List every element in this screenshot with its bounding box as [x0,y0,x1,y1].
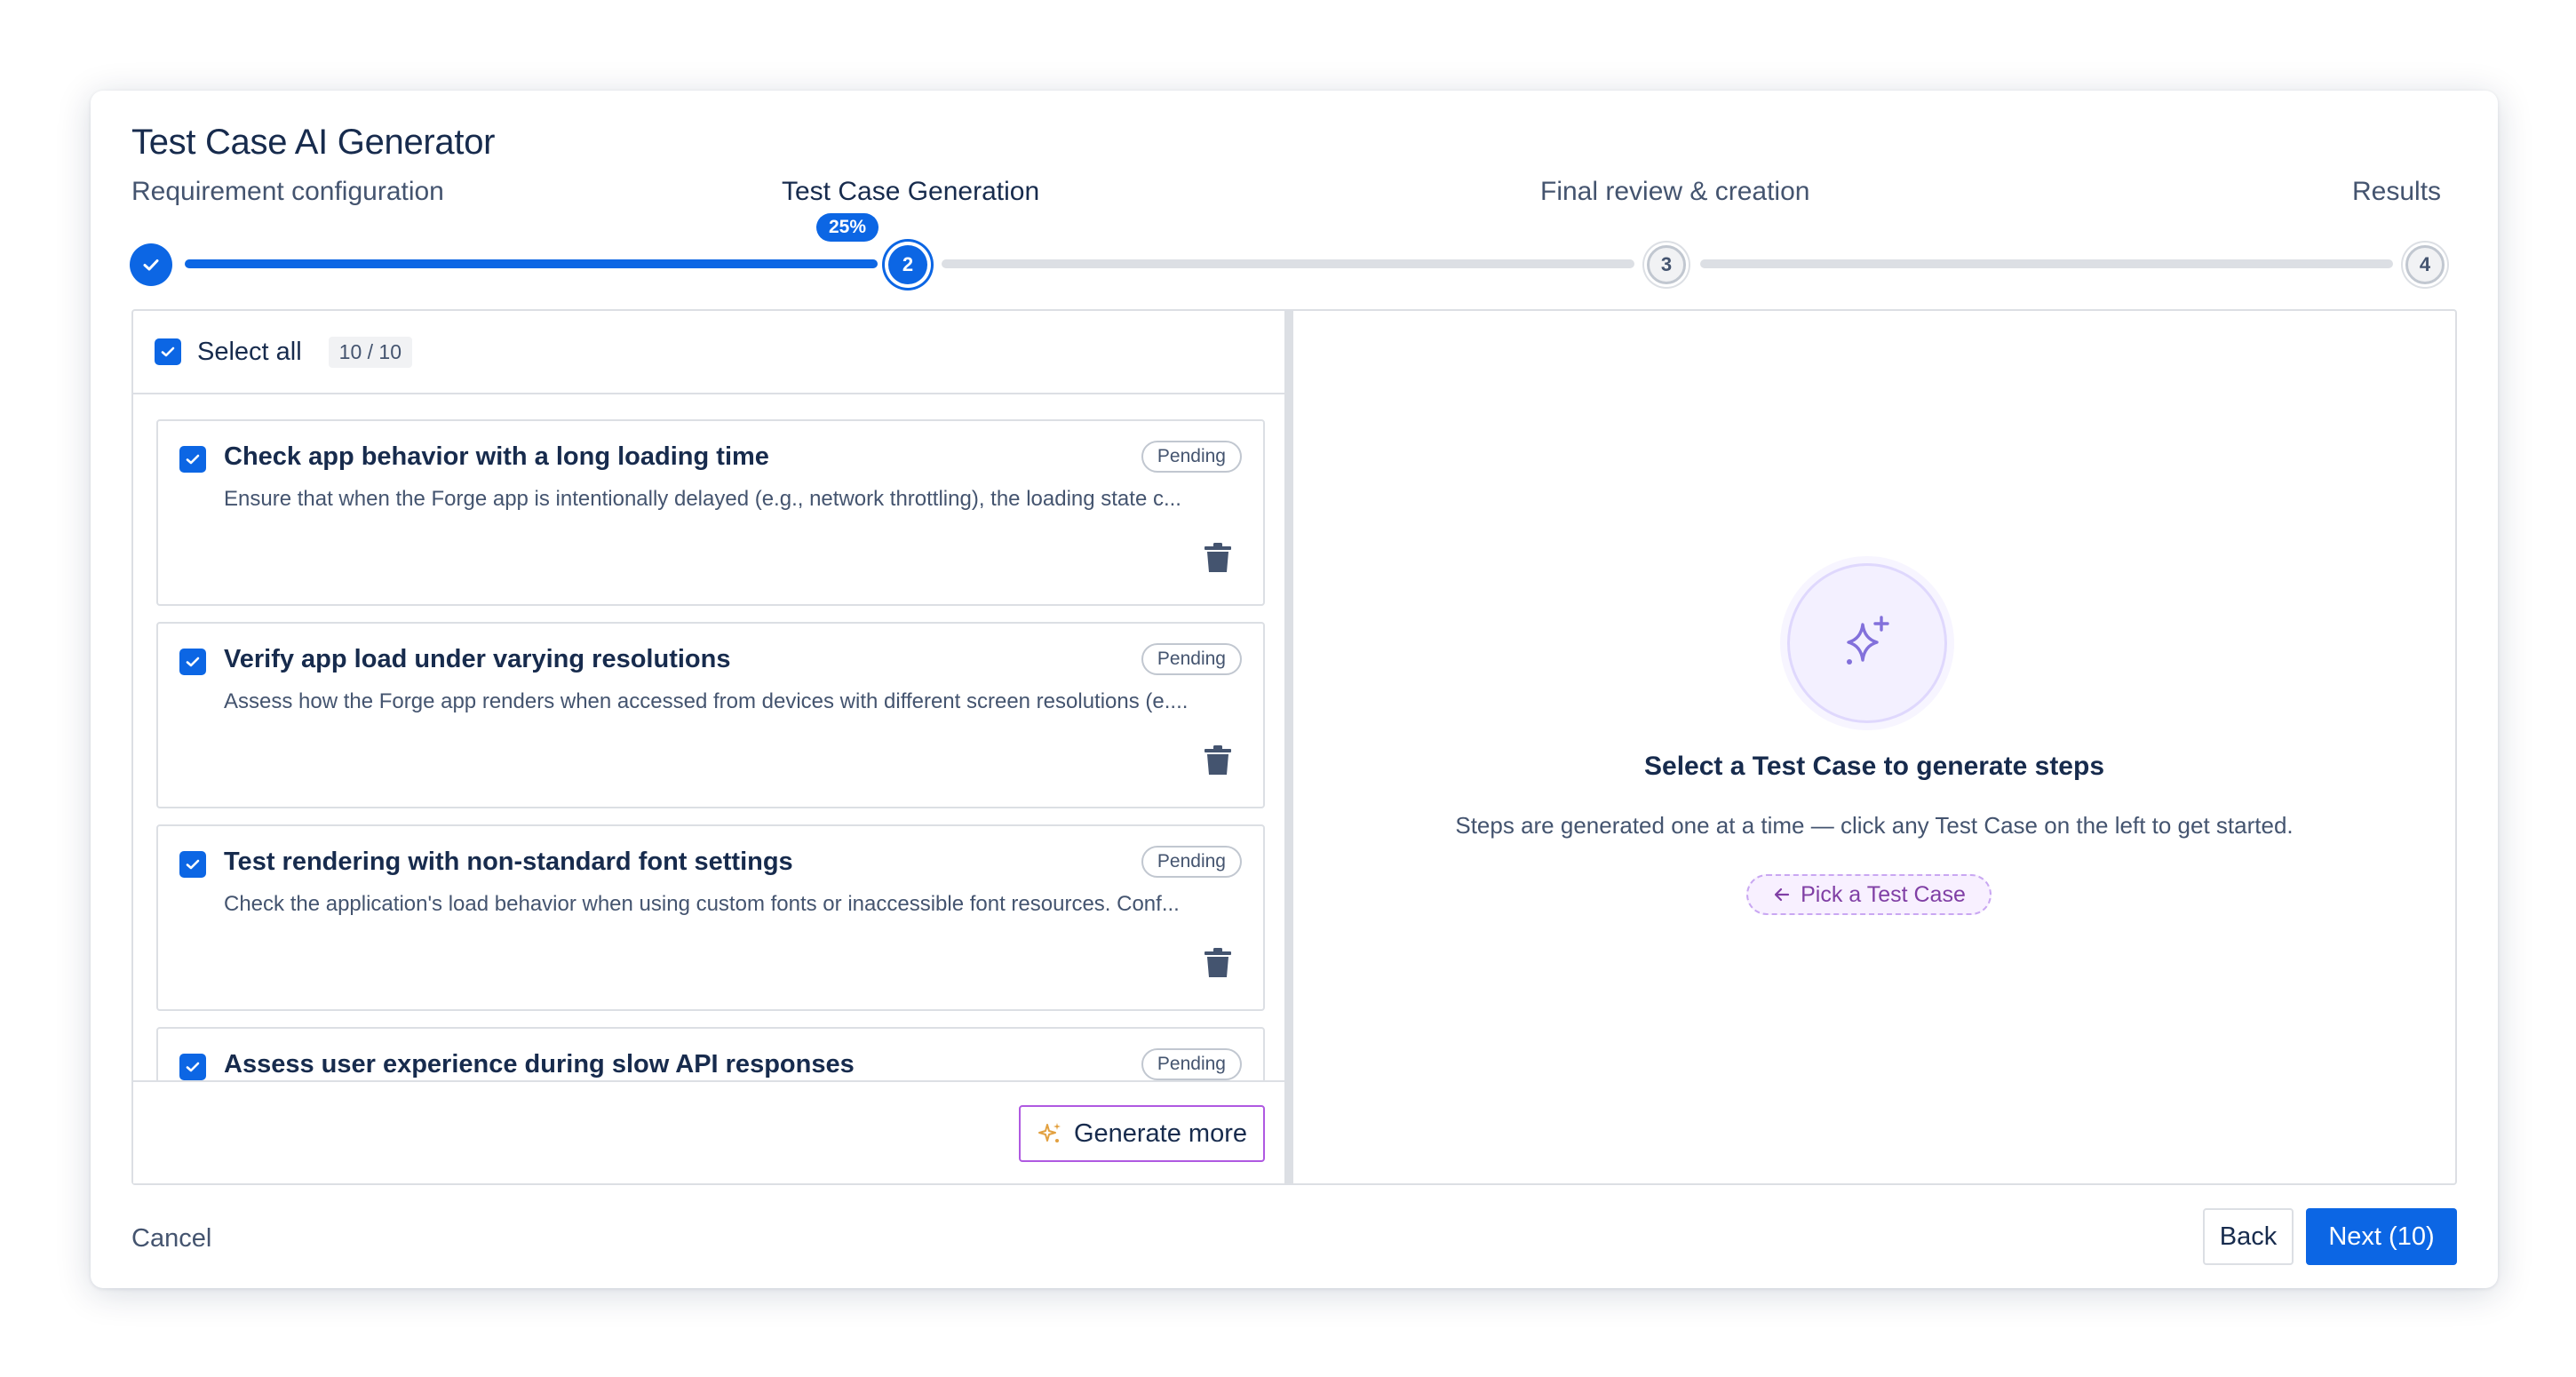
trash-icon [1205,948,1231,977]
progress-percent-badge: 25% [816,213,879,242]
generator-panels: Select all 10 / 10 Check app behavior wi… [131,309,2457,1185]
test-case-card[interactable]: Check app behavior with a long loading t… [156,419,1265,606]
test-case-card[interactable]: Test rendering with non-standard font se… [156,824,1265,1011]
step-4-dot: 4 [2405,245,2445,284]
list-panel-footer: Generate more [133,1080,1284,1183]
test-case-title[interactable]: Verify app load under varying resolution… [224,645,730,674]
test-case-title[interactable]: Check app behavior with a long loading t… [224,442,769,472]
test-case-detail-panel: Select a Test Case to generate steps Ste… [1293,311,2455,1183]
arrow-left-icon [1775,887,1790,902]
generate-more-button[interactable]: Generate more [1018,1105,1265,1162]
pick-test-case-button[interactable]: Pick a Test Case [1746,874,1992,915]
selected-count-badge: 10 / 10 [328,336,413,368]
test-case-description: Assess how the Forge app renders when ac… [224,689,1189,713]
sparkle-icon [1038,1123,1061,1142]
progress-track-segment-3 [1700,259,2393,268]
delete-button[interactable] [1203,947,1233,983]
trash-icon [1205,745,1231,775]
trash-icon [1205,543,1231,572]
check-icon [161,346,175,357]
sparkle-icon [1847,616,1889,665]
step-2-current-dot: 2 [888,245,927,284]
test-case-title[interactable]: Assess user experience during slow API r… [224,1050,855,1079]
empty-state-illustration [1787,563,1947,723]
dialog-title: Test Case AI Generator [131,123,496,162]
select-all-row: Select all 10 / 10 [133,311,1284,394]
empty-state-description: Steps are generated one at a time — clic… [1455,812,2294,839]
check-icon [186,657,200,667]
step-label-results: Results [2352,177,2442,206]
next-button[interactable]: Next (10) [2306,1208,2457,1265]
step-label-final-review: Final review & creation [1540,177,1810,206]
empty-state-title: Select a Test Case to generate steps [1644,752,2104,781]
step-3-dot: 3 [1647,245,1686,284]
test-case-checkbox[interactable] [179,851,206,878]
status-badge: Pending [1141,1048,1242,1080]
test-case-checkbox[interactable] [179,446,206,473]
test-case-list-panel: Select all 10 / 10 Check app behavior wi… [133,311,1293,1183]
status-badge: Pending [1141,643,1242,675]
test-case-title[interactable]: Test rendering with non-standard font se… [224,848,793,877]
step-label-test-case-generation: Test Case Generation [782,177,1040,206]
status-badge: Pending [1141,441,1242,473]
cancel-button[interactable]: Cancel [131,1224,211,1254]
back-button[interactable]: Back [2203,1208,2294,1265]
test-case-description: Check the application's load behavior wh… [224,892,1180,916]
select-all-checkbox[interactable] [155,338,181,365]
check-icon [186,454,200,465]
check-icon [186,1062,200,1072]
check-icon [143,259,159,271]
test-case-checkbox[interactable] [179,649,206,675]
progress-track-segment-2 [942,259,1634,268]
test-case-generator-dialog: Test Case AI Generator Requirement confi… [91,91,2498,1288]
test-case-list[interactable]: Check app behavior with a long loading t… [133,396,1284,1080]
check-icon [186,859,200,870]
test-case-description: Ensure that when the Forge app is intent… [224,487,1181,511]
test-case-card[interactable]: Verify app load under varying resolution… [156,622,1265,808]
select-all-label[interactable]: Select all [197,338,302,367]
test-case-card[interactable]: Assess user experience during slow API r… [156,1027,1265,1080]
generate-more-label: Generate more [1073,1118,1247,1148]
test-case-checkbox[interactable] [179,1054,206,1080]
progress-fill [185,259,878,268]
delete-button[interactable] [1203,542,1233,578]
pick-test-case-label: Pick a Test Case [1801,881,1966,907]
step-label-requirement-configuration: Requirement configuration [131,177,444,206]
progress-track-segment-1 [185,259,878,268]
delete-button[interactable] [1203,744,1233,781]
step-1-complete-dot [130,243,172,286]
status-badge: Pending [1141,846,1242,878]
